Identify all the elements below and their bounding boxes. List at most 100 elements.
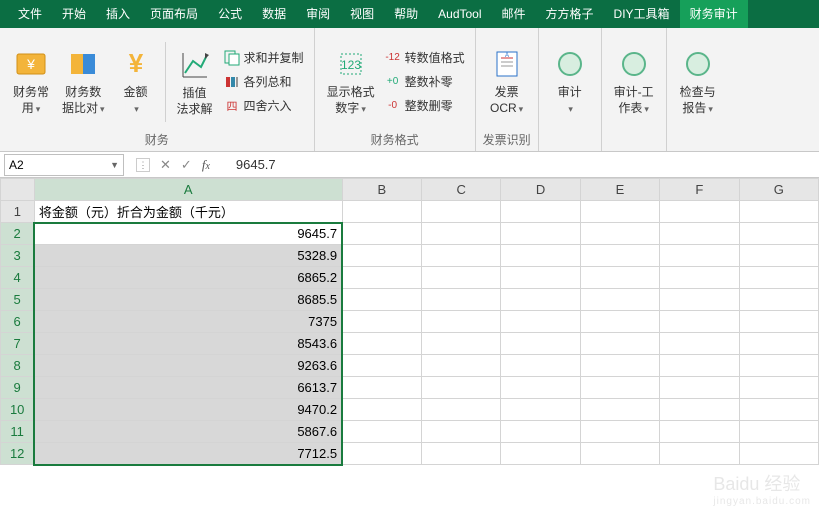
cell-F4[interactable]: [660, 267, 739, 289]
row-header-7[interactable]: 7: [1, 333, 35, 355]
cell-F9[interactable]: [660, 377, 739, 399]
cell-F6[interactable]: [660, 311, 739, 333]
cell-B2[interactable]: [342, 223, 421, 245]
col-header-A[interactable]: A: [34, 179, 342, 201]
tab-2[interactable]: 插入: [96, 0, 140, 28]
cell-F12[interactable]: [660, 443, 739, 465]
tab-8[interactable]: 帮助: [384, 0, 428, 28]
cell-F2[interactable]: [660, 223, 739, 245]
cell-G10[interactable]: [739, 399, 818, 421]
cell-F5[interactable]: [660, 289, 739, 311]
cell-B5[interactable]: [342, 289, 421, 311]
cell-B11[interactable]: [342, 421, 421, 443]
tab-10[interactable]: 邮件: [492, 0, 536, 28]
tab-5[interactable]: 数据: [252, 0, 296, 28]
cell-D4[interactable]: [501, 267, 580, 289]
cell-E3[interactable]: [580, 245, 659, 267]
chevron-down-icon[interactable]: ▼: [110, 160, 119, 170]
audit-worksheet-button[interactable]: 审计-工作表▾: [608, 44, 660, 119]
select-all-corner[interactable]: [1, 179, 35, 201]
cell-B9[interactable]: [342, 377, 421, 399]
cell-B3[interactable]: [342, 245, 421, 267]
cell-A6[interactable]: 7375: [34, 311, 342, 333]
tab-3[interactable]: 页面布局: [140, 0, 208, 28]
cell-A10[interactable]: 9470.2: [34, 399, 342, 421]
row-header-3[interactable]: 3: [1, 245, 35, 267]
check-report-button[interactable]: 检查与报告▾: [673, 44, 723, 119]
cell-B10[interactable]: [342, 399, 421, 421]
tab-13[interactable]: 财务审计: [680, 0, 748, 28]
cell-A7[interactable]: 8543.6: [34, 333, 342, 355]
cell-D6[interactable]: [501, 311, 580, 333]
col-header-E[interactable]: E: [580, 179, 659, 201]
cell-G12[interactable]: [739, 443, 818, 465]
cell-C1[interactable]: [421, 201, 500, 223]
cell-G4[interactable]: [739, 267, 818, 289]
cell-D2[interactable]: [501, 223, 580, 245]
pad-zero-button[interactable]: +0整数补零: [381, 71, 469, 93]
cell-E6[interactable]: [580, 311, 659, 333]
col-header-B[interactable]: B: [342, 179, 421, 201]
name-box[interactable]: A2 ▼: [4, 154, 124, 176]
cell-B8[interactable]: [342, 355, 421, 377]
cell-E1[interactable]: [580, 201, 659, 223]
cell-F3[interactable]: [660, 245, 739, 267]
cell-D12[interactable]: [501, 443, 580, 465]
tab-6[interactable]: 审阅: [296, 0, 340, 28]
col-header-D[interactable]: D: [501, 179, 580, 201]
cell-A5[interactable]: 8685.5: [34, 289, 342, 311]
sum-copy-button[interactable]: 求和并复制: [220, 47, 308, 69]
cell-A12[interactable]: 7712.5: [34, 443, 342, 465]
cell-C11[interactable]: [421, 421, 500, 443]
cell-G5[interactable]: [739, 289, 818, 311]
cell-C2[interactable]: [421, 223, 500, 245]
cell-G1[interactable]: [739, 201, 818, 223]
formula-input[interactable]: 9645.7: [226, 157, 276, 172]
cell-C5[interactable]: [421, 289, 500, 311]
row-header-2[interactable]: 2: [1, 223, 35, 245]
cell-F8[interactable]: [660, 355, 739, 377]
interpolation-button[interactable]: 插值法求解: [170, 45, 220, 119]
to-number-button[interactable]: -12转数值格式: [381, 47, 469, 69]
tab-9[interactable]: AudTool: [428, 0, 491, 28]
col-header-C[interactable]: C: [421, 179, 500, 201]
fx-icon[interactable]: fx: [202, 157, 210, 173]
cell-D7[interactable]: [501, 333, 580, 355]
cancel-icon[interactable]: ✕: [160, 157, 171, 173]
tab-4[interactable]: 公式: [208, 0, 252, 28]
cell-D10[interactable]: [501, 399, 580, 421]
cell-G9[interactable]: [739, 377, 818, 399]
row-header-11[interactable]: 11: [1, 421, 35, 443]
cell-A11[interactable]: 5867.6: [34, 421, 342, 443]
row-header-10[interactable]: 10: [1, 399, 35, 421]
cell-B7[interactable]: [342, 333, 421, 355]
cell-E12[interactable]: [580, 443, 659, 465]
col-header-F[interactable]: F: [660, 179, 739, 201]
cell-E11[interactable]: [580, 421, 659, 443]
cell-G8[interactable]: [739, 355, 818, 377]
cell-E8[interactable]: [580, 355, 659, 377]
cell-C6[interactable]: [421, 311, 500, 333]
invoice-ocr-button[interactable]: A 发票OCR▾: [482, 44, 532, 119]
cell-C8[interactable]: [421, 355, 500, 377]
cell-B1[interactable]: [342, 201, 421, 223]
cell-B6[interactable]: [342, 311, 421, 333]
cell-D11[interactable]: [501, 421, 580, 443]
row-header-12[interactable]: 12: [1, 443, 35, 465]
trim-zero-button[interactable]: -0整数删零: [381, 95, 469, 117]
cell-C3[interactable]: [421, 245, 500, 267]
cell-A4[interactable]: 6865.2: [34, 267, 342, 289]
round-button[interactable]: 四四舍六入: [220, 95, 308, 117]
cell-F7[interactable]: [660, 333, 739, 355]
confirm-icon[interactable]: ✓: [181, 157, 192, 173]
cell-F10[interactable]: [660, 399, 739, 421]
show-format-button[interactable]: 123 显示格式数字▾: [321, 44, 381, 119]
cell-G3[interactable]: [739, 245, 818, 267]
audit-button[interactable]: 审计▾: [545, 44, 595, 119]
decrease-icon[interactable]: ⋮: [136, 158, 150, 172]
tab-7[interactable]: 视图: [340, 0, 384, 28]
cell-C7[interactable]: [421, 333, 500, 355]
amount-button[interactable]: ¥ 金额▾: [111, 44, 161, 119]
row-header-1[interactable]: 1: [1, 201, 35, 223]
row-header-4[interactable]: 4: [1, 267, 35, 289]
